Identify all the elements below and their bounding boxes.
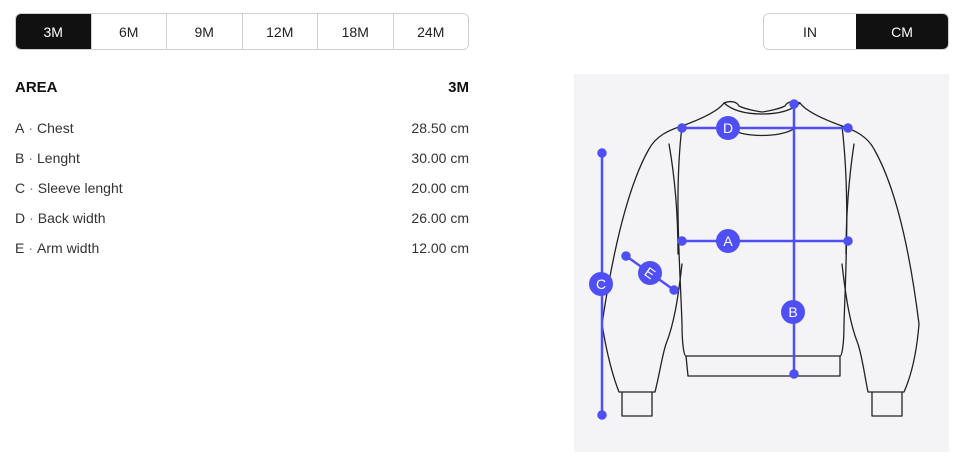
guide-endpoint bbox=[843, 236, 853, 246]
svg-text:C: C bbox=[596, 276, 606, 292]
guide-endpoint bbox=[597, 410, 607, 420]
svg-text:B: B bbox=[788, 304, 797, 320]
measurement-value: 28.50 cm bbox=[411, 120, 469, 136]
guide-endpoint bbox=[677, 123, 687, 133]
guide-endpoint bbox=[843, 123, 853, 133]
guide-endpoint bbox=[621, 251, 631, 261]
area-column-header: AREA bbox=[15, 78, 58, 96]
measurement-value: 26.00 cm bbox=[411, 210, 469, 226]
measurement-label: E · Arm width bbox=[15, 240, 100, 256]
measurement-label: A · Chest bbox=[15, 120, 74, 136]
guide-endpoint bbox=[597, 148, 607, 158]
unit-selector: IN CM bbox=[763, 13, 949, 50]
size-column-header: 3M bbox=[448, 78, 469, 96]
guide-endpoint bbox=[669, 285, 679, 295]
size-tab-18m[interactable]: 18M bbox=[317, 14, 393, 49]
measurement-label: C · Sleeve lenght bbox=[15, 180, 123, 196]
measurement-row-sleeve-length: C · Sleeve lenght 20.00 cm bbox=[15, 173, 469, 203]
measurement-row-length: B · Lenght 30.00 cm bbox=[15, 143, 469, 173]
size-tab-12m[interactable]: 12M bbox=[241, 14, 317, 49]
size-selector: 3M 6M 9M 12M 18M 24M bbox=[15, 13, 469, 50]
sweater-illustration: D A B C E bbox=[589, 99, 920, 420]
guide-endpoint bbox=[677, 236, 687, 246]
badge-d: D bbox=[716, 116, 740, 140]
size-tab-9m[interactable]: 9M bbox=[166, 14, 242, 49]
measurement-row-arm-width: E · Arm width 12.00 cm bbox=[15, 233, 469, 263]
guide-endpoint bbox=[789, 369, 799, 379]
svg-text:D: D bbox=[723, 120, 733, 136]
measurement-guides bbox=[597, 99, 853, 420]
size-guide-diagram: D A B C E bbox=[574, 74, 949, 452]
measurement-value: 30.00 cm bbox=[411, 150, 469, 166]
badge-c: C bbox=[589, 272, 613, 296]
measurement-label: B · Lenght bbox=[15, 150, 80, 166]
table-header: AREA 3M bbox=[15, 76, 469, 98]
size-tab-3m[interactable]: 3M bbox=[16, 14, 91, 49]
badge-b: B bbox=[781, 300, 805, 324]
measurement-rows: A · Chest 28.50 cm B · Lenght 30.00 cm C · Sle… bbox=[15, 113, 469, 263]
guide-endpoint bbox=[789, 99, 799, 109]
unit-tab-in[interactable]: IN bbox=[764, 14, 856, 49]
size-tab-6m[interactable]: 6M bbox=[90, 14, 166, 49]
unit-tab-cm[interactable]: CM bbox=[856, 14, 948, 49]
measurement-value: 12.00 cm bbox=[411, 240, 469, 256]
badge-e: E bbox=[638, 261, 662, 285]
measurement-badges: D A B C E bbox=[589, 116, 805, 324]
measurement-value: 20.00 cm bbox=[411, 180, 469, 196]
measurement-row-chest: A · Chest 28.50 cm bbox=[15, 113, 469, 143]
svg-text:A: A bbox=[723, 233, 733, 249]
measurement-row-back-width: D · Back width 26.00 cm bbox=[15, 203, 469, 233]
measurement-table: AREA 3M A · Chest 28.50 cm B · Lenght 30.00 … bbox=[15, 76, 469, 263]
measurement-label: D · Back width bbox=[15, 210, 106, 226]
size-tab-24m[interactable]: 24M bbox=[392, 14, 468, 49]
sweater-outline bbox=[601, 100, 920, 417]
badge-a: A bbox=[716, 229, 740, 253]
